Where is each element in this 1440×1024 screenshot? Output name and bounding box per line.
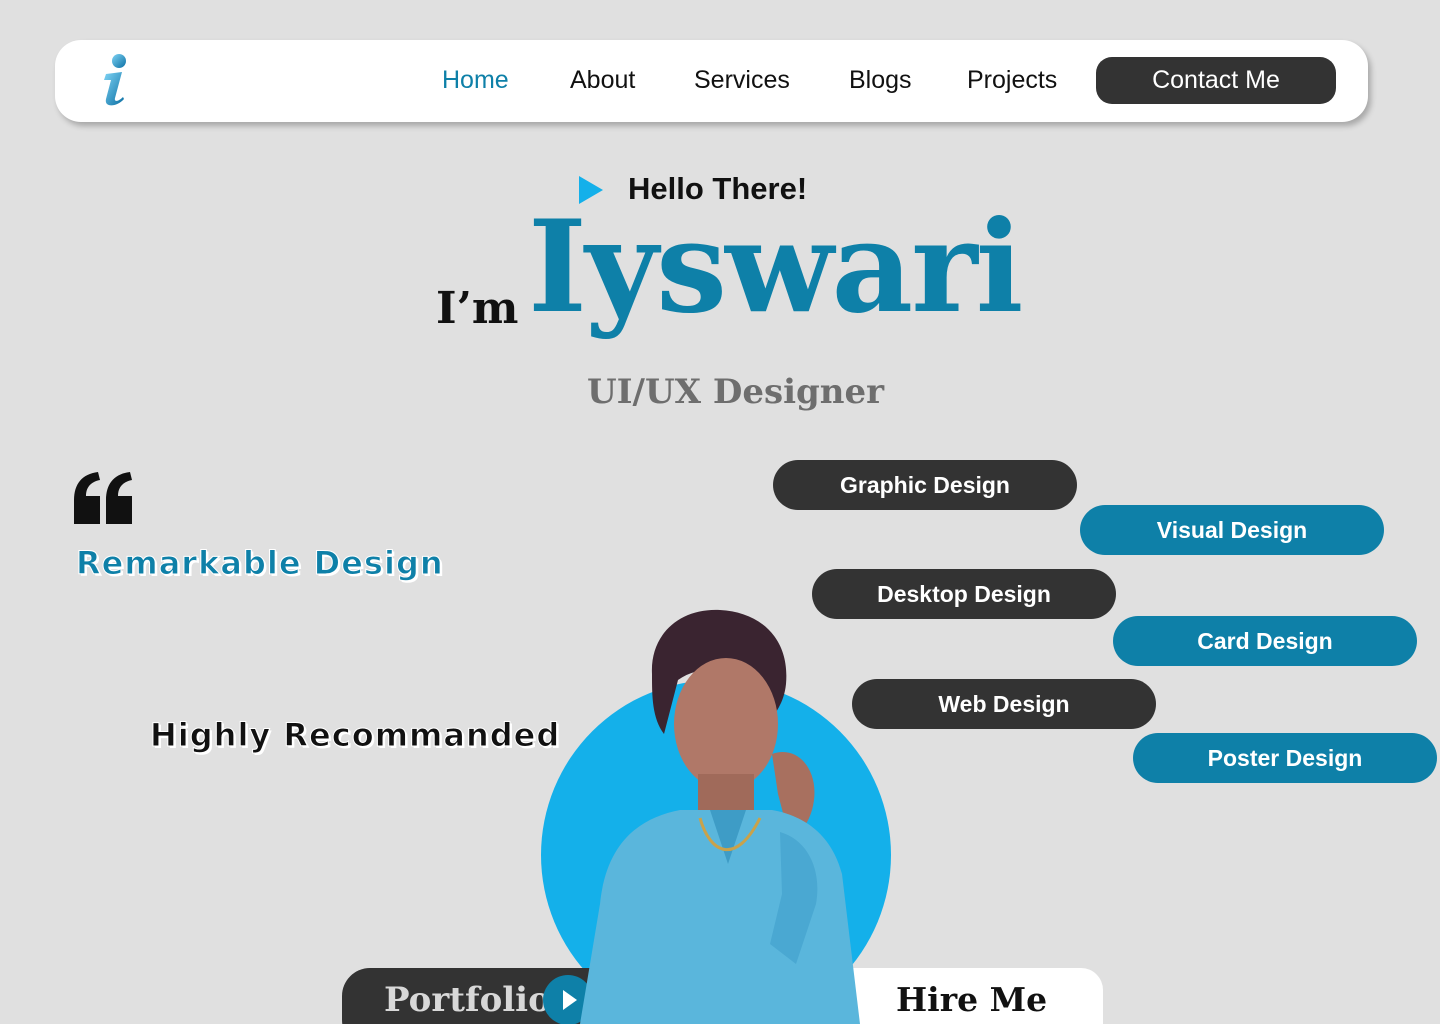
hire-me-label: Hire Me bbox=[896, 980, 1048, 1019]
name-prefix: I’m bbox=[436, 283, 519, 334]
tag-poster-design[interactable]: Poster Design bbox=[1133, 733, 1437, 783]
hero-name: Iyswari bbox=[528, 193, 1023, 341]
portfolio-label: Portfolio bbox=[384, 980, 551, 1020]
profile-photo bbox=[580, 609, 860, 1024]
contact-me-button[interactable]: Contact Me bbox=[1096, 57, 1336, 104]
nav-home-link[interactable]: Home bbox=[442, 66, 509, 96]
tag-web-design[interactable]: Web Design bbox=[852, 679, 1156, 729]
hero-role: UI/UX Designer bbox=[587, 372, 885, 412]
info-i-logo-icon[interactable] bbox=[96, 52, 130, 108]
nav-projects-link[interactable]: Projects bbox=[967, 66, 1057, 96]
tag-visual-design[interactable]: Visual Design bbox=[1080, 505, 1384, 555]
nav-services-link[interactable]: Services bbox=[694, 66, 790, 96]
nav-blogs-link[interactable]: Blogs bbox=[849, 66, 912, 96]
remarkable-design-text: Remarkable Design bbox=[76, 544, 444, 583]
quote-icon bbox=[74, 472, 132, 524]
tag-graphic-design[interactable]: Graphic Design bbox=[773, 460, 1077, 510]
highly-recommended-text: Highly Recommanded bbox=[149, 716, 561, 755]
tag-card-design[interactable]: Card Design bbox=[1113, 616, 1417, 666]
nav-about-link[interactable]: About bbox=[570, 66, 635, 96]
